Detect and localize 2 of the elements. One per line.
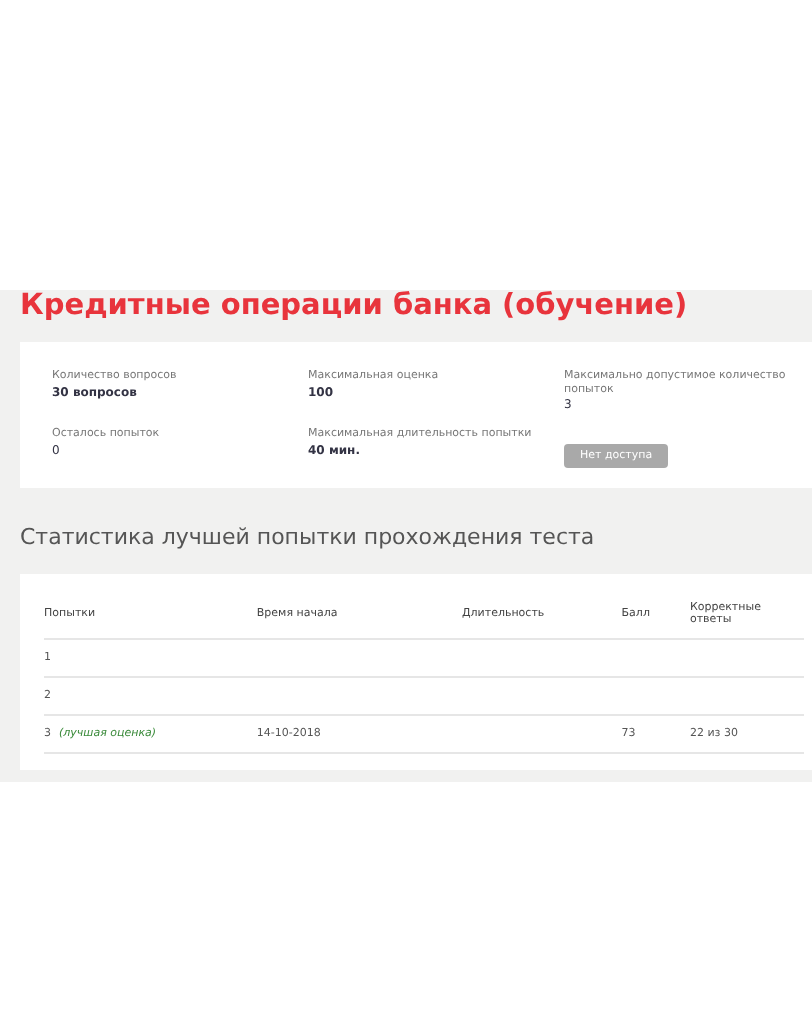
section-title: Статистика лучшей попытки прохождения теста — [20, 522, 597, 555]
page-title: Кредитные операции банка (обучение) — [20, 290, 690, 326]
